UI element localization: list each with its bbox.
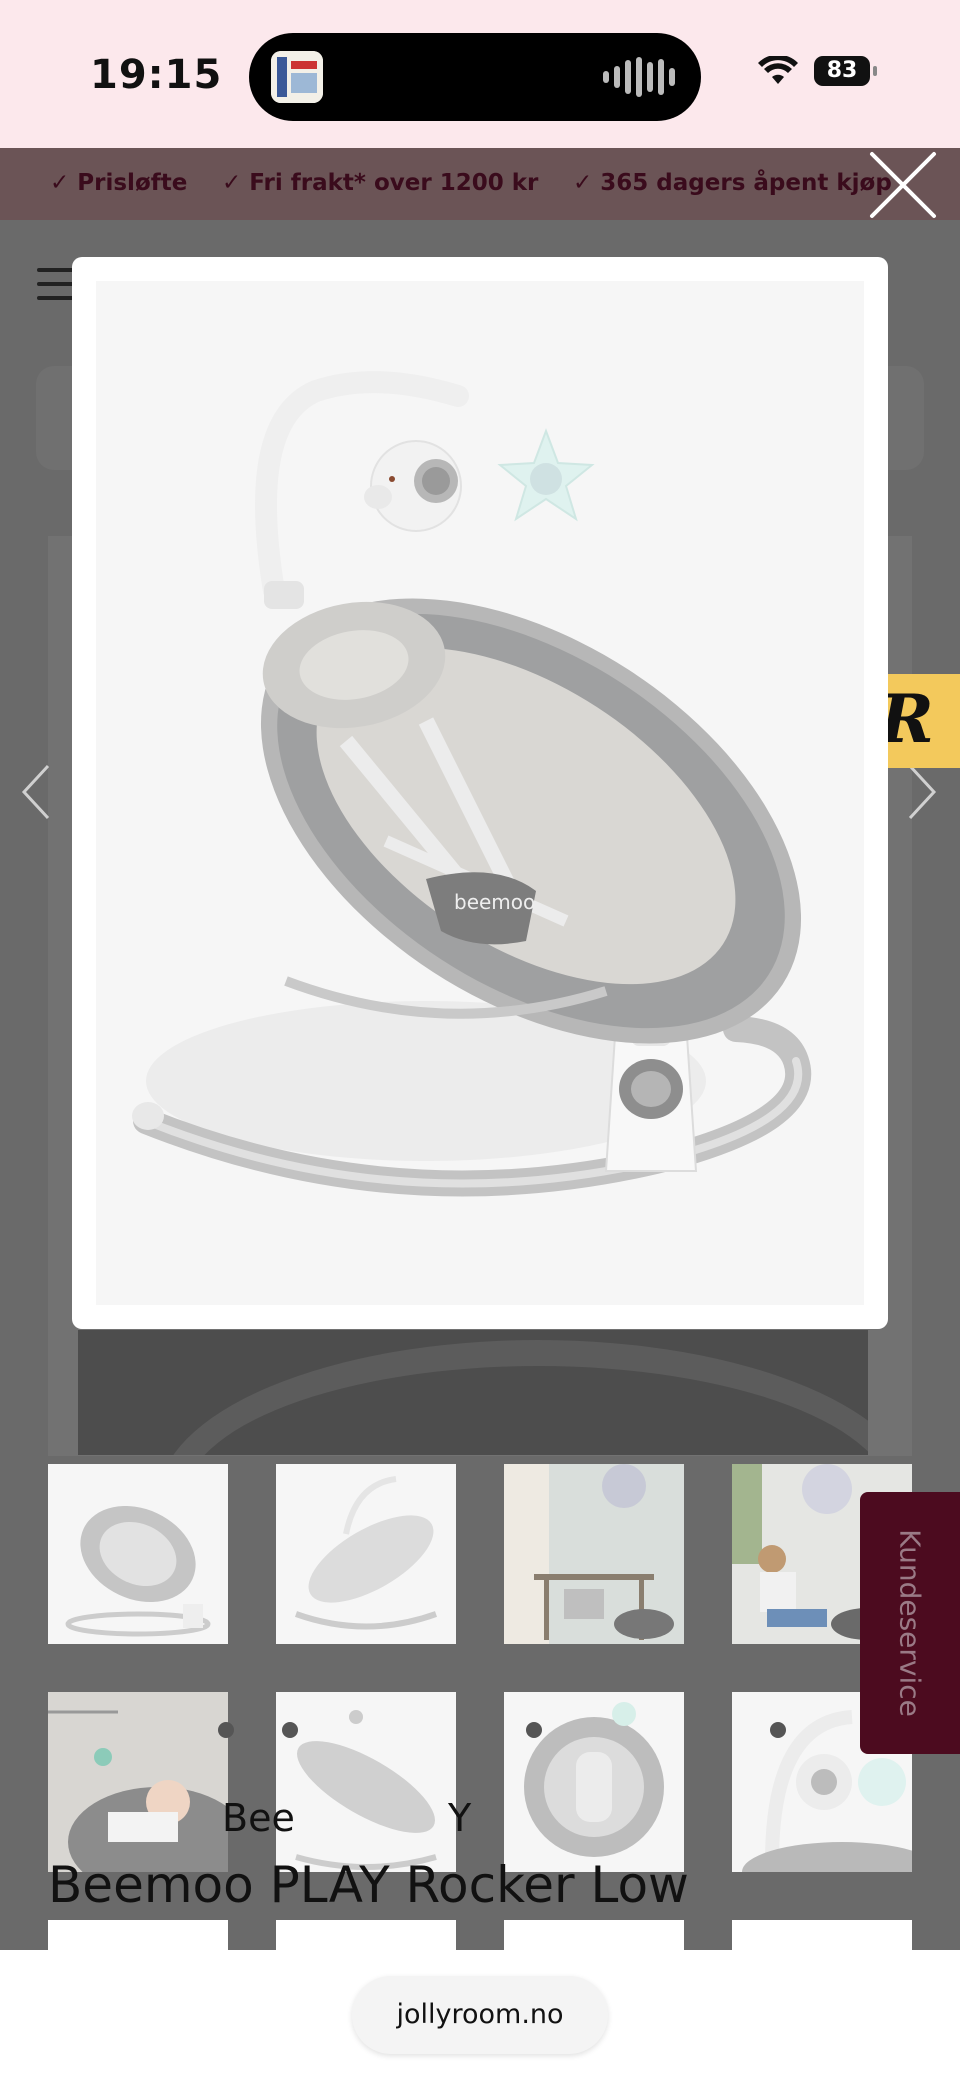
- svg-text:beemoo: beemoo: [454, 890, 535, 914]
- url-address-bar[interactable]: jollyroom.no: [352, 1976, 608, 2054]
- promo-label: Prisløfte: [77, 170, 188, 196]
- check-icon: ✓: [50, 170, 70, 196]
- thumbnail[interactable]: [276, 1464, 456, 1644]
- dynamic-island[interactable]: [249, 33, 701, 121]
- image-lightbox[interactable]: beemoo: [72, 257, 888, 1329]
- check-icon: ✓: [573, 170, 593, 196]
- browser-bottom-bar: jollyroom.no: [0, 1950, 960, 2087]
- menu-icon: [37, 268, 75, 310]
- promo-label: Fri frakt* over 1200 kr: [249, 170, 539, 196]
- thumbnail[interactable]: [48, 1920, 228, 1950]
- product-photo-dimmed: [78, 1330, 868, 1455]
- promo-label: 365 dagers åpent kjøp: [600, 170, 892, 196]
- status-time: 19:15: [90, 52, 223, 98]
- customer-service-tab[interactable]: Kundeservice: [860, 1492, 960, 1754]
- previous-arrow-icon[interactable]: [20, 764, 52, 820]
- status-bar: 19:15 83: [0, 0, 960, 148]
- product-title: Beemoo PLAY Rocker Low: [48, 1856, 689, 1914]
- thumbnail[interactable]: [276, 1920, 456, 1950]
- product-image[interactable]: beemoo: [96, 281, 864, 1305]
- promo-bar: ✓ Prisløfte ✓ Fri frakt* over 1200 kr ✓ 365…: [0, 148, 960, 220]
- promo-item: ✓ Prisløfte: [50, 170, 187, 196]
- customer-service-label: Kundeservice: [893, 1529, 927, 1717]
- thumbnail[interactable]: [504, 1920, 684, 1950]
- close-icon[interactable]: [866, 148, 940, 222]
- audio-wave-icon: [603, 57, 675, 97]
- thumbnail[interactable]: [276, 1692, 456, 1872]
- battery-icon: 83: [814, 56, 877, 86]
- now-playing-thumbnail[interactable]: [271, 51, 323, 103]
- wifi-icon: [758, 56, 798, 84]
- thumbnail[interactable]: [504, 1464, 684, 1644]
- check-icon: ✓: [222, 170, 242, 196]
- promo-item: ✓ 365 dagers åpent kjøp: [573, 170, 892, 196]
- product-brand: Bee: [222, 1796, 295, 1840]
- thumbnail[interactable]: [732, 1920, 912, 1950]
- product-brand: Y: [448, 1796, 472, 1840]
- thumbnail[interactable]: [504, 1692, 684, 1872]
- thumbnail[interactable]: [48, 1692, 228, 1872]
- promo-item: ✓ Fri frakt* over 1200 kr: [222, 170, 538, 196]
- next-arrow-icon[interactable]: [906, 764, 938, 820]
- thumbnail[interactable]: [48, 1464, 228, 1644]
- carousel-dots: [218, 1722, 786, 1738]
